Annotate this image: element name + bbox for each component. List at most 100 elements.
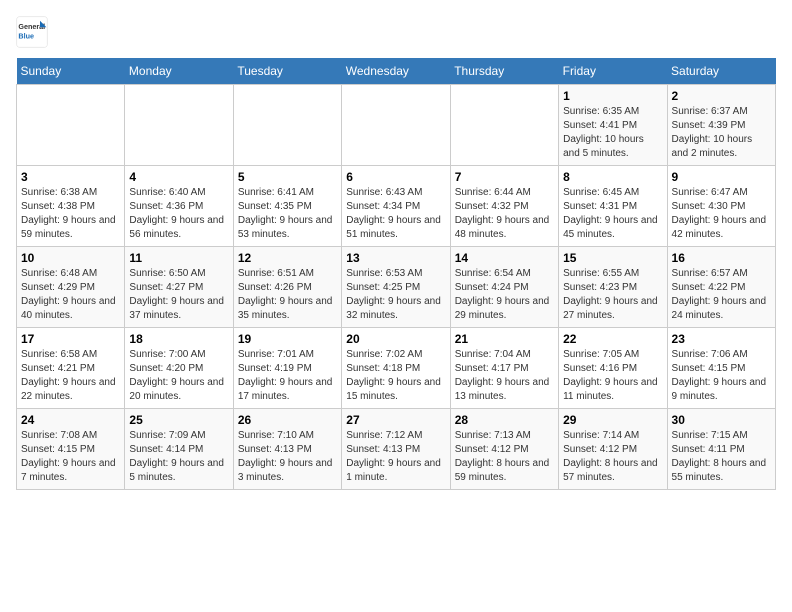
day-number: 30 [672,413,771,427]
calendar-cell: 10 Sunrise: 6:48 AM Sunset: 4:29 PM Dayli… [17,247,125,328]
day-number: 12 [238,251,337,265]
day-number: 6 [346,170,445,184]
calendar-cell: 1 Sunrise: 6:35 AM Sunset: 4:41 PM Daylig… [559,85,667,166]
day-number: 19 [238,332,337,346]
day-info: Sunrise: 6:44 AM Sunset: 4:32 PM Dayligh… [455,186,554,242]
day-info: Sunrise: 6:51 AM Sunset: 4:26 PM Dayligh… [238,267,337,323]
calendar-cell: 21 Sunrise: 7:04 AM Sunset: 4:17 PM Dayli… [450,328,558,409]
calendar-cell: 11 Sunrise: 6:50 AM Sunset: 4:27 PM Dayli… [125,247,233,328]
day-number: 2 [672,89,771,103]
day-number: 23 [672,332,771,346]
day-info: Sunrise: 6:50 AM Sunset: 4:27 PM Dayligh… [129,267,228,323]
calendar-cell: 23 Sunrise: 7:06 AM Sunset: 4:15 PM Dayli… [667,328,775,409]
day-number: 16 [672,251,771,265]
day-number: 11 [129,251,228,265]
calendar-cell: 3 Sunrise: 6:38 AM Sunset: 4:38 PM Daylig… [17,166,125,247]
calendar-week-4: 17 Sunrise: 6:58 AM Sunset: 4:21 PM Dayli… [17,328,776,409]
day-info: Sunrise: 7:04 AM Sunset: 4:17 PM Dayligh… [455,348,554,404]
day-number: 22 [563,332,662,346]
calendar-week-5: 24 Sunrise: 7:08 AM Sunset: 4:15 PM Dayli… [17,409,776,490]
calendar-week-3: 10 Sunrise: 6:48 AM Sunset: 4:29 PM Dayli… [17,247,776,328]
calendar-cell: 7 Sunrise: 6:44 AM Sunset: 4:32 PM Daylig… [450,166,558,247]
col-header-monday: Monday [125,58,233,85]
day-number: 9 [672,170,771,184]
day-info: Sunrise: 6:55 AM Sunset: 4:23 PM Dayligh… [563,267,662,323]
day-number: 28 [455,413,554,427]
day-number: 5 [238,170,337,184]
day-info: Sunrise: 6:35 AM Sunset: 4:41 PM Dayligh… [563,105,662,161]
day-info: Sunrise: 6:37 AM Sunset: 4:39 PM Dayligh… [672,105,771,161]
day-number: 17 [21,332,120,346]
col-header-wednesday: Wednesday [342,58,450,85]
day-number: 25 [129,413,228,427]
day-info: Sunrise: 6:41 AM Sunset: 4:35 PM Dayligh… [238,186,337,242]
calendar-cell: 28 Sunrise: 7:13 AM Sunset: 4:12 PM Dayli… [450,409,558,490]
logo-icon: GeneralBlue [16,16,48,48]
col-header-saturday: Saturday [667,58,775,85]
page-header: GeneralBlue [16,16,776,48]
calendar-cell: 16 Sunrise: 6:57 AM Sunset: 4:22 PM Dayli… [667,247,775,328]
day-info: Sunrise: 6:54 AM Sunset: 4:24 PM Dayligh… [455,267,554,323]
day-number: 26 [238,413,337,427]
day-info: Sunrise: 6:38 AM Sunset: 4:38 PM Dayligh… [21,186,120,242]
day-number: 14 [455,251,554,265]
calendar-cell: 8 Sunrise: 6:45 AM Sunset: 4:31 PM Daylig… [559,166,667,247]
calendar-cell: 30 Sunrise: 7:15 AM Sunset: 4:11 PM Dayli… [667,409,775,490]
calendar-cell: 27Sunrise: 7:12 AM Sunset: 4:13 PM Dayli… [342,409,450,490]
col-header-friday: Friday [559,58,667,85]
day-info: Sunrise: 7:01 AM Sunset: 4:19 PM Dayligh… [238,348,337,404]
calendar-cell [450,85,558,166]
calendar-cell: 24 Sunrise: 7:08 AM Sunset: 4:15 PM Dayli… [17,409,125,490]
day-info: Sunrise: 6:53 AM Sunset: 4:25 PM Dayligh… [346,267,445,323]
day-info: Sunrise: 6:45 AM Sunset: 4:31 PM Dayligh… [563,186,662,242]
calendar-cell [17,85,125,166]
day-info: Sunrise: 6:48 AM Sunset: 4:29 PM Dayligh… [21,267,120,323]
day-number: 1 [563,89,662,103]
calendar-cell: 5 Sunrise: 6:41 AM Sunset: 4:35 PM Daylig… [233,166,341,247]
calendar-header-row: SundayMondayTuesdayWednesdayThursdayFrid… [17,58,776,85]
calendar-cell: 6 Sunrise: 6:43 AM Sunset: 4:34 PM Daylig… [342,166,450,247]
calendar-cell: 18Sunrise: 7:00 AM Sunset: 4:20 PM Dayli… [125,328,233,409]
col-header-tuesday: Tuesday [233,58,341,85]
calendar-cell: 22Sunrise: 7:05 AM Sunset: 4:16 PM Dayli… [559,328,667,409]
day-number: 18 [129,332,228,346]
calendar-cell: 19 Sunrise: 7:01 AM Sunset: 4:19 PM Dayli… [233,328,341,409]
day-number: 20 [346,332,445,346]
day-info: Sunrise: 7:08 AM Sunset: 4:15 PM Dayligh… [21,429,120,485]
day-number: 24 [21,413,120,427]
day-info: Sunrise: 7:10 AM Sunset: 4:13 PM Dayligh… [238,429,337,485]
calendar-cell: 20Sunrise: 7:02 AM Sunset: 4:18 PM Dayli… [342,328,450,409]
calendar-cell: 29Sunrise: 7:14 AM Sunset: 4:12 PM Dayli… [559,409,667,490]
calendar-week-2: 3 Sunrise: 6:38 AM Sunset: 4:38 PM Daylig… [17,166,776,247]
calendar-cell: 26 Sunrise: 7:10 AM Sunset: 4:13 PM Dayli… [233,409,341,490]
day-number: 4 [129,170,228,184]
day-info: Sunrise: 6:57 AM Sunset: 4:22 PM Dayligh… [672,267,771,323]
day-info: Sunrise: 6:43 AM Sunset: 4:34 PM Dayligh… [346,186,445,242]
calendar-cell [342,85,450,166]
day-number: 21 [455,332,554,346]
logo: GeneralBlue [16,16,48,48]
day-number: 10 [21,251,120,265]
calendar-cell: 4 Sunrise: 6:40 AM Sunset: 4:36 PM Daylig… [125,166,233,247]
calendar-cell: 2 Sunrise: 6:37 AM Sunset: 4:39 PM Daylig… [667,85,775,166]
calendar-cell: 14 Sunrise: 6:54 AM Sunset: 4:24 PM Dayli… [450,247,558,328]
day-info: Sunrise: 6:47 AM Sunset: 4:30 PM Dayligh… [672,186,771,242]
day-info: Sunrise: 7:06 AM Sunset: 4:15 PM Dayligh… [672,348,771,404]
calendar-cell: 25 Sunrise: 7:09 AM Sunset: 4:14 PM Dayli… [125,409,233,490]
calendar-cell: 12 Sunrise: 6:51 AM Sunset: 4:26 PM Dayli… [233,247,341,328]
day-info: Sunrise: 7:15 AM Sunset: 4:11 PM Dayligh… [672,429,771,485]
col-header-sunday: Sunday [17,58,125,85]
day-info: Sunrise: 7:14 AM Sunset: 4:12 PM Dayligh… [563,429,662,485]
day-info: Sunrise: 6:40 AM Sunset: 4:36 PM Dayligh… [129,186,228,242]
calendar-cell: 13Sunrise: 6:53 AM Sunset: 4:25 PM Dayli… [342,247,450,328]
calendar-cell [125,85,233,166]
day-number: 8 [563,170,662,184]
day-number: 15 [563,251,662,265]
day-info: Sunrise: 7:13 AM Sunset: 4:12 PM Dayligh… [455,429,554,485]
day-number: 3 [21,170,120,184]
day-number: 7 [455,170,554,184]
day-number: 27 [346,413,445,427]
day-info: Sunrise: 6:58 AM Sunset: 4:21 PM Dayligh… [21,348,120,404]
day-info: Sunrise: 7:09 AM Sunset: 4:14 PM Dayligh… [129,429,228,485]
calendar-cell: 9 Sunrise: 6:47 AM Sunset: 4:30 PM Daylig… [667,166,775,247]
